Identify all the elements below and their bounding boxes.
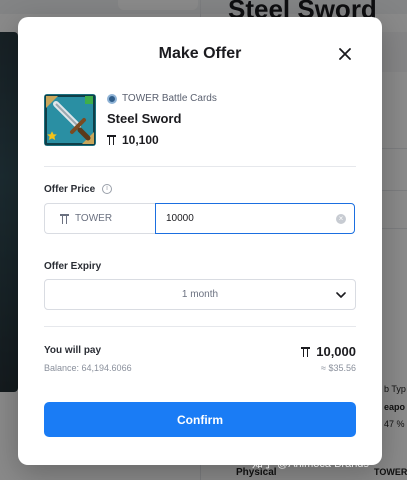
expiry-dropdown[interactable]: 1 month bbox=[44, 279, 356, 310]
expiry-selected-value: 1 month bbox=[181, 289, 219, 300]
currency-label: TOWER bbox=[75, 213, 113, 224]
chevron-down-icon bbox=[336, 292, 346, 298]
close-button[interactable] bbox=[334, 43, 356, 65]
offer-price-label: Offer Price bbox=[44, 184, 96, 195]
tower-token-icon bbox=[60, 213, 69, 224]
divider bbox=[44, 326, 356, 327]
divider bbox=[44, 166, 356, 167]
collection-badge-icon bbox=[107, 93, 117, 104]
collection-name: TOWER Battle Cards bbox=[122, 93, 217, 104]
item-price: 10,100 bbox=[122, 133, 159, 147]
confirm-button[interactable]: Confirm bbox=[44, 402, 356, 437]
clear-icon[interactable]: × bbox=[336, 214, 346, 224]
watermark: 知乎 @Animoca Brands bbox=[252, 458, 369, 470]
currency-selector: TOWER bbox=[44, 203, 155, 234]
usd-estimate: ≈ $35.56 bbox=[321, 363, 356, 373]
collection-row[interactable]: TOWER Battle Cards bbox=[107, 93, 217, 104]
pay-total: 10,000 bbox=[316, 344, 356, 359]
tower-token-icon bbox=[301, 346, 311, 357]
tower-token-icon bbox=[107, 135, 116, 145]
close-icon bbox=[339, 48, 351, 60]
pay-total-row: 10,000 bbox=[301, 344, 356, 359]
make-offer-modal: Make Offer TOWER Battle Cards Steel Swor… bbox=[18, 17, 382, 465]
item-name: Steel Sword bbox=[107, 111, 182, 126]
item-price-row: 10,100 bbox=[107, 133, 159, 147]
info-icon[interactable]: i bbox=[102, 184, 112, 194]
offer-price-field[interactable]: × bbox=[155, 203, 355, 234]
modal-title: Make Offer bbox=[158, 45, 242, 62]
item-thumbnail bbox=[44, 94, 96, 146]
balance-text: Balance: 64,194.6066 bbox=[44, 363, 132, 373]
offer-expiry-label: Offer Expiry bbox=[44, 261, 102, 272]
you-will-pay-label: You will pay bbox=[44, 345, 102, 356]
steel-sword-card-art bbox=[44, 94, 96, 146]
offer-price-input[interactable] bbox=[166, 213, 326, 224]
